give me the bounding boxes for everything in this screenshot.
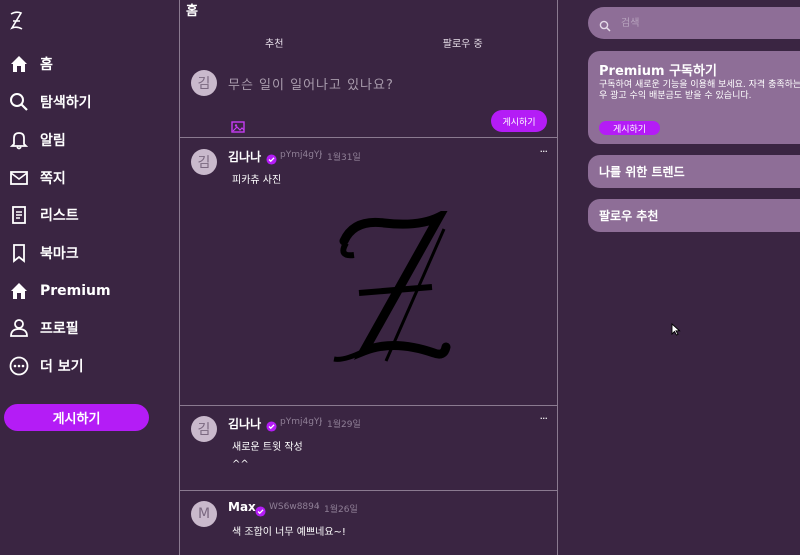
- premium-icon: [8, 280, 30, 302]
- sidebar-item-profile[interactable]: 프로필: [8, 314, 79, 342]
- more-options-icon[interactable]: ···: [540, 412, 548, 425]
- search-icon: [599, 17, 611, 32]
- tweet-text: 색 조합이 너무 예쁘네요~!: [232, 527, 346, 538]
- sidebar-item-premium[interactable]: Premium: [8, 277, 111, 305]
- verified-icon: [255, 502, 266, 517]
- trends-card[interactable]: 나를 위한 트렌드: [588, 155, 800, 188]
- tweet-handle: WS6w8894: [269, 502, 320, 512]
- feed-tabs: 추천 팔로우 중: [180, 36, 557, 56]
- tweet[interactable]: M Max WS6w8894 · 1월26일 색 조합이 너무 예쁘네요~!: [180, 491, 557, 555]
- sidebar-item-notifications[interactable]: 알림: [8, 126, 66, 154]
- sidebar-item-home[interactable]: 홈: [8, 50, 53, 78]
- premium-subscribe-button[interactable]: 게시하기: [599, 121, 660, 135]
- sidebar-item-more[interactable]: 더 보기: [8, 352, 84, 380]
- tweet-separator: ·: [317, 502, 320, 512]
- search-input[interactable]: [621, 15, 791, 31]
- tweet-text: ^^: [232, 459, 249, 470]
- avatar: M: [191, 501, 217, 527]
- tab-recommended[interactable]: 추천: [180, 36, 369, 56]
- sidebar-item-explore[interactable]: 탐색하기: [8, 88, 92, 116]
- tweet[interactable]: 김 김나나 pYmj4gYJ · 1월29일 ··· 새로운 트윗 작성 ^^: [180, 406, 557, 491]
- search-icon: [8, 91, 30, 113]
- list-icon: [8, 204, 30, 226]
- tweet-separator: ·: [320, 417, 323, 427]
- compose-post-button[interactable]: 게시하기: [491, 110, 547, 132]
- sidebar-item-bookmarks[interactable]: 북마크: [8, 239, 79, 267]
- compose-input[interactable]: 무슨 일이 일어나고 있나요?: [228, 74, 394, 93]
- main-feed: 홈 추천 팔로우 중 김 무슨 일이 일어나고 있나요? 게시하기 김 김나나 …: [179, 0, 558, 555]
- page-title: 홈: [186, 4, 198, 19]
- avatar: 김: [191, 149, 217, 175]
- compose-box: 김 무슨 일이 일어나고 있나요? 게시하기: [180, 58, 557, 138]
- tweet-image-z-logo[interactable]: [324, 206, 454, 367]
- tweet-author-name[interactable]: 김나나: [228, 415, 261, 432]
- mouse-cursor-icon: [671, 321, 681, 336]
- user-icon: [8, 317, 30, 339]
- tweet[interactable]: 김 김나나 pYmj4gYJ · 1월31일 ··· 피카츄 사진: [180, 139, 557, 406]
- sidebar-item-label: 리스트: [40, 208, 79, 224]
- sidebar-item-label: 홈: [40, 57, 53, 73]
- tweet-author-name[interactable]: 김나나: [228, 148, 261, 165]
- mail-icon: [8, 167, 30, 189]
- search-bar[interactable]: [588, 7, 800, 39]
- avatar: 김: [191, 70, 217, 96]
- logo-icon[interactable]: [8, 10, 24, 32]
- more-icon: [8, 355, 30, 377]
- tweet-date: 1월29일: [327, 420, 361, 430]
- sidebar-item-label: 프로필: [40, 321, 79, 337]
- tweet-text: 새로운 트윗 작성: [232, 442, 303, 453]
- post-button[interactable]: 게시하기: [4, 404, 149, 431]
- bookmark-icon: [8, 242, 30, 264]
- sidebar-item-label: 더 보기: [40, 359, 84, 375]
- image-icon[interactable]: [231, 118, 245, 133]
- sidebar-item-label: 북마크: [40, 246, 79, 262]
- tab-following[interactable]: 팔로우 중: [369, 36, 558, 56]
- sidebar-item-label: Premium: [40, 283, 111, 299]
- home-icon: [8, 53, 30, 75]
- verified-icon: [266, 417, 277, 432]
- premium-card: Premium 구독하기 구독하여 새로운 기능을 이용해 보세요. 자격 충족…: [588, 51, 800, 144]
- premium-title: Premium 구독하기: [599, 64, 717, 79]
- sidebar-item-label: 쪽지: [40, 171, 66, 187]
- tweet-author-name[interactable]: Max: [228, 500, 256, 514]
- avatar: 김: [191, 416, 217, 442]
- who-to-follow-card[interactable]: 팔로우 추천: [588, 199, 800, 232]
- tweet-handle: pYmj4gYJ: [280, 150, 323, 160]
- tweet-date: 1월31일: [327, 153, 361, 163]
- premium-description: 구독하여 새로운 기능을 이용해 보세요. 자격 충족하는 경우 광고 수익 배…: [599, 80, 800, 101]
- sidebar-item-label: 탐색하기: [40, 95, 92, 111]
- tweet-date: 1월26일: [324, 505, 358, 515]
- more-options-icon[interactable]: ···: [540, 145, 548, 158]
- sidebar: 홈 탐색하기 알림 쪽지 리스트 북마크 Premium 프로필 더 보기 게시…: [0, 0, 180, 555]
- sidebar-item-lists[interactable]: 리스트: [8, 201, 79, 229]
- sidebar-item-messages[interactable]: 쪽지: [8, 164, 66, 192]
- sidebar-item-label: 알림: [40, 133, 66, 149]
- trends-title: 나를 위한 트렌드: [599, 165, 685, 179]
- right-sidebar: Premium 구독하기 구독하여 새로운 기능을 이용해 보세요. 자격 충족…: [588, 0, 800, 555]
- who-to-follow-title: 팔로우 추천: [599, 209, 659, 223]
- tweet-text: 피카츄 사진: [232, 175, 282, 186]
- verified-icon: [266, 150, 277, 165]
- tweet-handle: pYmj4gYJ: [280, 417, 323, 427]
- bell-icon: [8, 129, 30, 151]
- tweet-separator: ·: [320, 150, 323, 160]
